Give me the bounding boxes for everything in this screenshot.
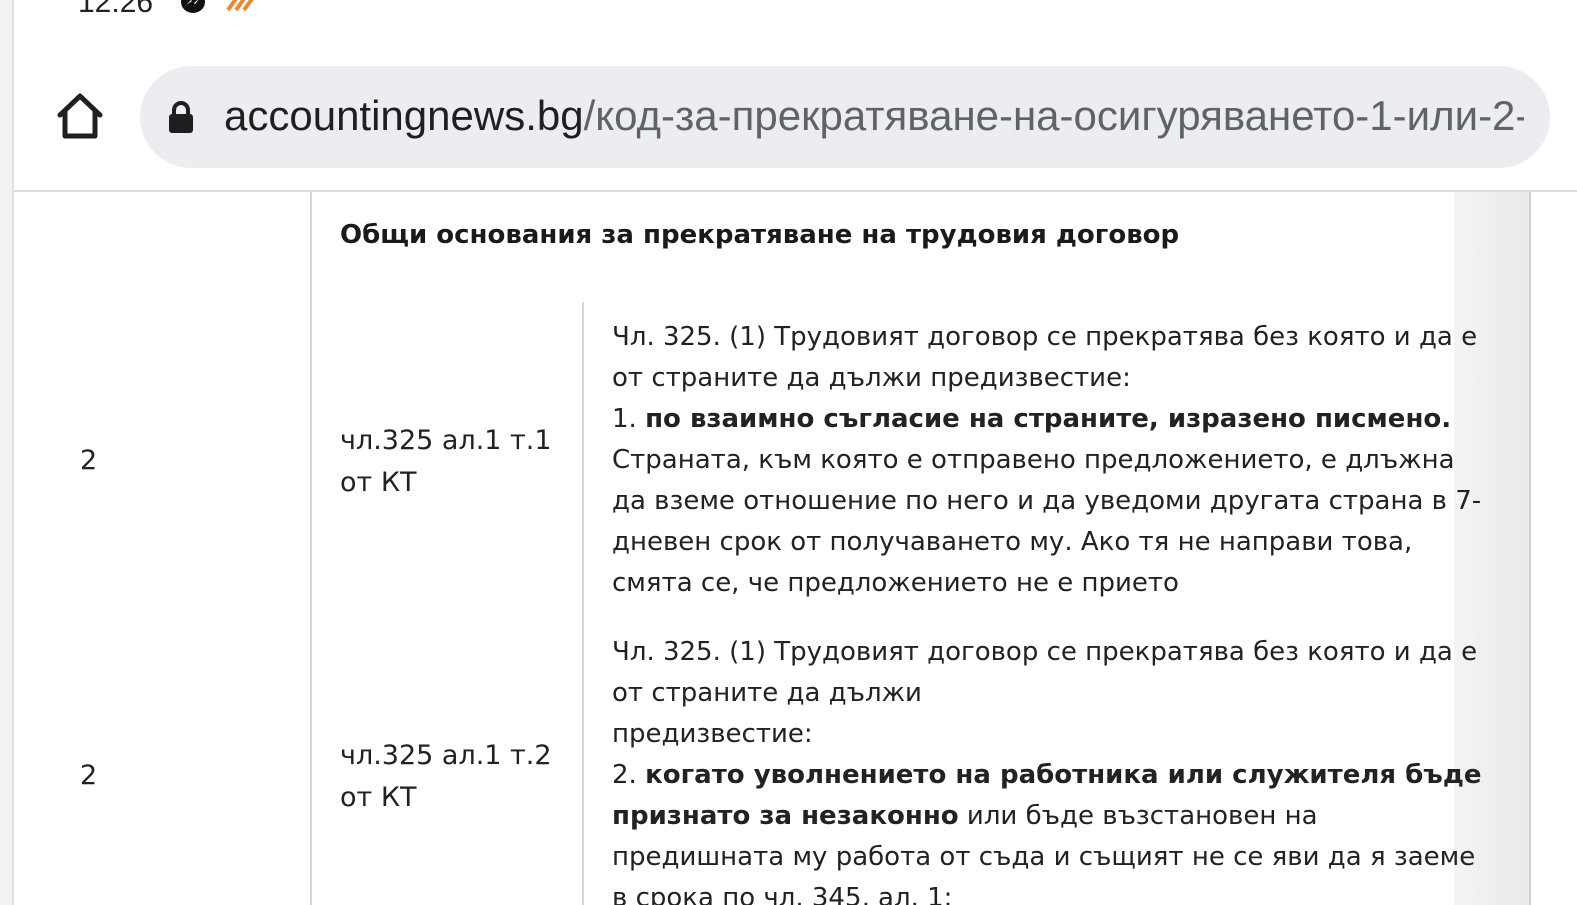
- row-text-intro: Чл. 325. (1) Трудовият договор се прекра…: [612, 637, 1478, 708]
- home-icon[interactable]: [54, 90, 106, 142]
- row-text-intro: Чл. 325. (1) Трудовият договор се прекра…: [612, 322, 1478, 393]
- address-bar[interactable]: accountingnews.bg/код-за-прекратяване-на…: [140, 66, 1550, 168]
- row-reference-line: чл.325 ал.1 т.1: [340, 425, 552, 456]
- item-number: 2.: [612, 760, 646, 790]
- page-left-edge: [0, 0, 14, 905]
- browser-toolbar: accountingnews.bg/код-за-прекратяване-на…: [14, 32, 1577, 190]
- column-divider: [310, 192, 312, 905]
- article-table: Общи основания за прекратяване на трудов…: [14, 192, 1577, 905]
- url-text[interactable]: accountingnews.bg/код-за-прекратяване-на…: [224, 88, 1524, 144]
- item-number: 1.: [612, 404, 646, 434]
- lock-icon[interactable]: [166, 100, 196, 134]
- row-text: Чл. 325. (1) Трудовият договор се прекра…: [612, 632, 1492, 905]
- url-domain: accountingnews.bg: [224, 92, 584, 139]
- row-text: Чл. 325. (1) Трудовият договор се прекра…: [612, 317, 1492, 604]
- row-reference-line: от КТ: [340, 467, 417, 498]
- row-reference: чл.325 ал.1 т.2 от КТ: [340, 735, 570, 819]
- row-text-item: 1. по взаимно съгласие на страните, изра…: [612, 399, 1492, 440]
- row-number: 2: [80, 445, 98, 476]
- row-reference-line: от КТ: [340, 782, 417, 813]
- row-text-intro: предизвестие:: [612, 719, 813, 749]
- row-number: 2: [80, 760, 98, 791]
- column-divider: [582, 302, 584, 905]
- scroll-edge: [1529, 192, 1531, 905]
- section-heading: Общи основания за прекратяване на трудов…: [340, 220, 1180, 250]
- notification-icon: [226, 0, 254, 12]
- row-text-rest: Страната, към която е отправено предложе…: [612, 445, 1482, 598]
- url-path: /код-за-прекратяване-на-осигуряването-1-…: [583, 92, 1524, 139]
- status-time: 12:26: [78, 0, 154, 19]
- item-bold-text: по взаимно съгласие на страните, изразен…: [645, 404, 1452, 434]
- row-text-item: 2. когато уволнението на работника или с…: [612, 755, 1492, 905]
- row-reference-line: чл.325 ал.1 т.2: [340, 740, 552, 771]
- row-reference: чл.325 ал.1 т.1 от КТ: [340, 420, 570, 504]
- messenger-icon: [181, 0, 205, 13]
